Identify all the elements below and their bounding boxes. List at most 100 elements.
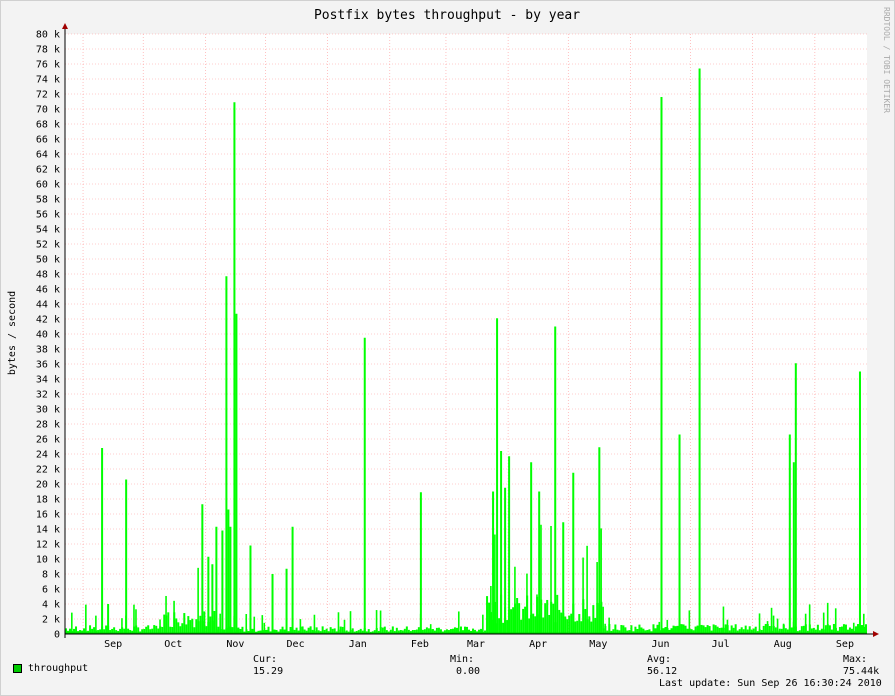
throughput-bar bbox=[852, 622, 855, 634]
throughput-spike bbox=[363, 337, 366, 634]
x-tick-label: Jun bbox=[651, 639, 669, 650]
throughput-bar bbox=[261, 615, 264, 634]
throughput-spike bbox=[207, 556, 210, 634]
x-tick-label: Nov bbox=[226, 639, 244, 650]
throughput-bar bbox=[183, 613, 186, 634]
throughput-bar bbox=[834, 608, 837, 634]
x-axis-arrow-icon bbox=[873, 631, 879, 637]
watermark-text: RRDTOOL / TOBI OETIKER bbox=[882, 7, 891, 113]
throughput-bar bbox=[772, 615, 775, 634]
y-tick-label: 44 k bbox=[36, 300, 60, 311]
throughput-bar bbox=[343, 619, 346, 634]
y-tick-label: 70 k bbox=[36, 105, 60, 116]
y-tick-label: 56 k bbox=[36, 210, 60, 221]
throughput-spike bbox=[678, 434, 681, 634]
x-tick-label: Oct bbox=[164, 639, 182, 650]
throughput-bar bbox=[546, 599, 549, 634]
y-tick-label: 6 k bbox=[42, 585, 60, 596]
throughput-bar bbox=[514, 566, 516, 634]
throughput-spike bbox=[249, 545, 252, 634]
throughput-bar bbox=[189, 620, 192, 634]
throughput-bar bbox=[167, 612, 170, 634]
y-tick-label: 54 k bbox=[36, 225, 60, 236]
throughput-bar bbox=[187, 616, 190, 634]
throughput-bar bbox=[556, 594, 559, 634]
throughput-bar bbox=[558, 609, 561, 634]
throughput-bar bbox=[195, 619, 198, 634]
throughput-bar bbox=[213, 610, 216, 634]
x-tick-label: Feb bbox=[411, 639, 429, 650]
throughput-spike bbox=[271, 574, 274, 634]
y-tick-label: 46 k bbox=[36, 285, 60, 296]
throughput-bar bbox=[536, 594, 538, 634]
throughput-bar bbox=[590, 621, 593, 634]
y-tick-label: 18 k bbox=[36, 495, 60, 506]
throughput-bar bbox=[209, 616, 212, 634]
throughput-bar bbox=[666, 619, 669, 634]
throughput-bar bbox=[600, 528, 602, 634]
y-axis-arrow-icon bbox=[62, 23, 68, 29]
y-tick-label: 14 k bbox=[36, 525, 60, 536]
throughput-spike bbox=[291, 526, 294, 634]
throughput-bar bbox=[85, 604, 87, 634]
throughput-bar bbox=[482, 614, 484, 634]
y-tick-label: 66 k bbox=[36, 135, 60, 146]
y-tick-label: 30 k bbox=[36, 405, 60, 416]
throughput-bar bbox=[534, 616, 537, 634]
throughput-spike bbox=[794, 363, 797, 634]
throughput-bar bbox=[544, 603, 547, 634]
throughput-bar bbox=[173, 600, 175, 634]
y-tick-label: 10 k bbox=[36, 555, 60, 566]
throughput-bar bbox=[658, 621, 661, 634]
throughput-bar bbox=[181, 623, 184, 634]
stat-cur: Cur: 15.29 bbox=[253, 654, 283, 678]
y-tick-label: 2 k bbox=[42, 615, 60, 626]
throughput-spike bbox=[235, 313, 238, 634]
y-tick-label: 38 k bbox=[36, 345, 60, 356]
throughput-bar bbox=[540, 524, 542, 634]
throughput-bar bbox=[548, 614, 551, 634]
throughput-bar bbox=[379, 610, 382, 634]
throughput-spike bbox=[285, 568, 288, 634]
throughput-bar bbox=[770, 607, 773, 634]
y-tick-label: 20 k bbox=[36, 480, 60, 491]
y-tick-label: 52 k bbox=[36, 240, 60, 251]
y-tick-label: 40 k bbox=[36, 330, 60, 341]
throughput-bar bbox=[596, 562, 598, 634]
throughput-spike bbox=[598, 447, 601, 634]
y-tick-label: 34 k bbox=[36, 375, 60, 386]
throughput-bar bbox=[576, 620, 579, 634]
throughput-bar bbox=[253, 616, 256, 634]
y-tick-label: 68 k bbox=[36, 120, 60, 131]
x-tick-label: May bbox=[589, 639, 607, 650]
throughput-spike bbox=[792, 462, 795, 634]
throughput-bar bbox=[566, 619, 569, 634]
throughput-bar bbox=[542, 617, 545, 634]
y-tick-label: 24 k bbox=[36, 450, 60, 461]
stat-avg-label: Avg: bbox=[647, 654, 672, 665]
throughput-bar bbox=[165, 595, 167, 634]
x-tick-label: Sep bbox=[836, 639, 854, 650]
throughput-bar bbox=[522, 608, 525, 634]
chart-title: Postfix bytes throughput - by year bbox=[314, 8, 580, 23]
throughput-bar bbox=[349, 611, 352, 634]
throughput-spike bbox=[233, 102, 236, 634]
throughput-bar bbox=[726, 619, 729, 634]
graph-frame: Postfix bytes throughput - by year bytes… bbox=[0, 0, 895, 696]
y-axis-label: bytes / second bbox=[7, 291, 18, 375]
throughput-bar bbox=[457, 611, 460, 634]
throughput-bar bbox=[776, 618, 779, 634]
y-tick-label: 22 k bbox=[36, 465, 60, 476]
throughput-bar bbox=[804, 613, 807, 634]
throughput-bar bbox=[526, 573, 528, 634]
throughput-bar bbox=[764, 623, 767, 634]
x-tick-label: Sep bbox=[104, 639, 122, 650]
y-tick-label: 28 k bbox=[36, 420, 60, 431]
throughput-bar bbox=[560, 612, 563, 634]
y-tick-labels: 0 2 k 4 k 6 k 8 k 10 k 12 k 14 k 16 k 18 k 20 k 22 … bbox=[36, 30, 60, 641]
y-tick-label: 64 k bbox=[36, 150, 60, 161]
throughput-bar bbox=[520, 619, 523, 634]
throughput-bar bbox=[133, 604, 135, 634]
throughput-spike bbox=[211, 564, 214, 634]
x-tick-label: Aug bbox=[774, 639, 792, 650]
